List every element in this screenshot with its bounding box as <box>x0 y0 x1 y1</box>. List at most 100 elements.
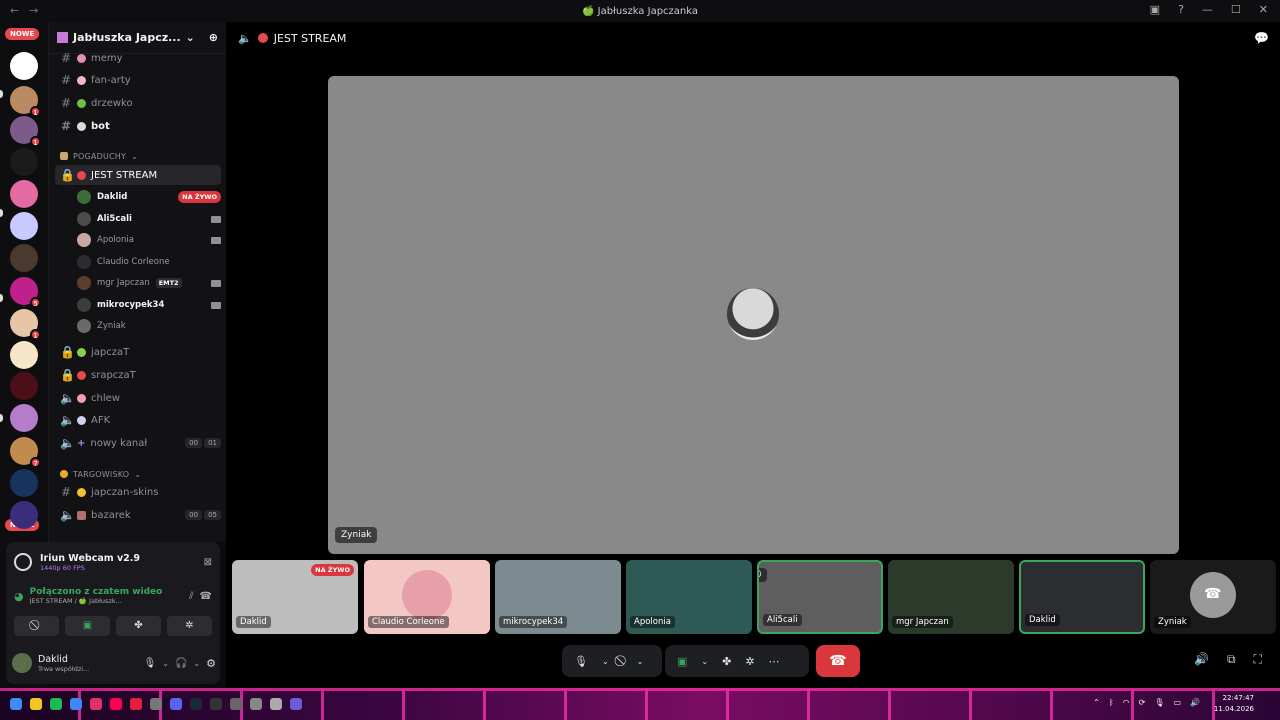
category-pogaduchy[interactable]: POGADUCHY ⌄ <box>55 146 221 166</box>
clock[interactable]: 22:47:47 11.04.2026 <box>1214 693 1254 715</box>
video-tile[interactable]: ⌄ ☺ Ali5cali <box>757 560 883 634</box>
channel-afk[interactable]: 🔈 AFK <box>55 410 221 430</box>
server-icon[interactable] <box>10 52 38 80</box>
server-icon[interactable] <box>10 469 38 497</box>
app-icon[interactable] <box>150 698 162 710</box>
category-targowisko[interactable]: TARGOWISKO ⌄ <box>55 464 221 484</box>
channel-jest-stream[interactable]: 🔒 JEST STREAM <box>55 165 221 185</box>
camera-off-button[interactable]: ⃠ <box>14 616 59 636</box>
new-badge-top[interactable]: NOWE <box>5 28 40 40</box>
discord-icon[interactable] <box>170 698 182 710</box>
video-tile[interactable]: mikrocypek34 <box>495 560 621 634</box>
app-icon[interactable] <box>290 698 302 710</box>
app-icon[interactable] <box>230 698 242 710</box>
headphones-icon[interactable]: 🎧 <box>175 658 187 669</box>
chevron-down-icon[interactable]: ⌄ <box>602 657 609 666</box>
video-tile[interactable]: Apolonia <box>626 560 752 634</box>
activities-button[interactable]: ✤ <box>116 616 161 636</box>
server-icon[interactable] <box>10 501 38 529</box>
forward-arrow-icon[interactable]: → <box>29 4 38 17</box>
server-icon[interactable] <box>10 372 38 400</box>
channel-bot[interactable]: # bot <box>55 116 221 136</box>
channel-japczat[interactable]: 🔒 japczaT <box>55 342 221 362</box>
close-button[interactable]: ✕ <box>1259 3 1268 16</box>
app-icon[interactable] <box>210 698 222 710</box>
channel-fan-arty[interactable]: # fan-arty <box>55 70 221 90</box>
inbox-icon[interactable]: ▣ <box>1150 3 1160 16</box>
voice-user[interactable]: Apolonia <box>77 230 221 250</box>
app-icon[interactable] <box>270 698 282 710</box>
activities-icon[interactable]: ✤ <box>722 655 731 668</box>
soundboard-button[interactable]: ✲ <box>167 616 212 636</box>
signal-icon[interactable]: ◕ <box>14 590 24 603</box>
video-tile[interactable]: Daklid <box>1019 560 1145 634</box>
voice-user[interactable]: mgr Japczan EMT2 <box>77 273 221 293</box>
bluetooth-icon[interactable]: ᛒ <box>1109 698 1114 707</box>
volume-icon[interactable]: 🔊 <box>1190 698 1200 707</box>
channel-chlew[interactable]: 🔈 chlew <box>55 388 221 408</box>
channel-japczan-skins[interactable]: # japczan-skins <box>55 482 221 502</box>
start-icon[interactable] <box>10 698 22 710</box>
server-icon[interactable] <box>10 212 38 240</box>
voice-user[interactable]: Ali5cali <box>77 209 221 229</box>
channel-memy[interactable]: # memy <box>55 48 221 68</box>
video-tile[interactable]: mgr Japczan <box>888 560 1014 634</box>
volume-icon[interactable]: 🔊 <box>1194 652 1209 667</box>
microphone-icon[interactable]: 🎙 <box>574 655 588 668</box>
server-icon[interactable] <box>10 148 38 176</box>
minimize-button[interactable]: — <box>1202 3 1213 16</box>
avatar[interactable] <box>12 653 32 673</box>
server-icon[interactable] <box>10 341 38 369</box>
server-icon[interactable]: 1 <box>10 309 41 340</box>
voice-user[interactable]: Daklid NA ŻYWO <box>77 187 221 207</box>
chevron-down-icon[interactable]: ⌄ <box>701 657 708 666</box>
username[interactable]: Daklid <box>38 654 138 665</box>
voice-location[interactable]: JEST STREAM / 🍏 Jabłuszk... <box>30 597 183 605</box>
folder-icon[interactable] <box>30 698 42 710</box>
spotify-icon[interactable] <box>50 698 62 710</box>
sync-icon[interactable]: ⟳ <box>1139 698 1146 707</box>
network-icon[interactable]: ▭ <box>1173 698 1181 707</box>
fullscreen-icon[interactable]: ⛶ <box>1254 652 1262 667</box>
screen-share-icon[interactable]: ▣ <box>677 655 687 668</box>
video-tile[interactable]: NA ŻYWO Daklid <box>232 560 358 634</box>
app-icon[interactable] <box>110 698 122 710</box>
channel-srapczat[interactable]: 🔒 srapczaT <box>55 365 221 385</box>
disconnect-icon[interactable]: ☎ <box>200 591 212 602</box>
voice-user[interactable]: Zyniak <box>77 316 221 336</box>
screen-share-button[interactable]: ▣ <box>65 616 110 636</box>
instagram-icon[interactable] <box>90 698 102 710</box>
video-tile[interactable]: ☎ Zyniak <box>1150 560 1276 634</box>
back-arrow-icon[interactable]: ← <box>10 4 19 17</box>
app-icon[interactable] <box>250 698 262 710</box>
tile-options-icon[interactable]: ⌄ ☺ <box>759 568 767 582</box>
microphone-icon[interactable]: 🎙 <box>144 658 157 669</box>
more-icon[interactable]: ⋯ <box>769 655 780 668</box>
server-icon[interactable] <box>10 244 38 272</box>
voice-user[interactable]: Claudio Corleone <box>77 252 221 272</box>
chrome-icon[interactable] <box>70 698 82 710</box>
channel-nowy-kanal[interactable]: 🔈 + nowy kanał 00 01 <box>55 433 221 453</box>
server-icon[interactable]: 1 <box>10 116 41 147</box>
chevron-up-icon[interactable]: ⌃ <box>1093 698 1100 707</box>
settings-gear-icon[interactable]: ⚙ <box>206 657 216 670</box>
noise-suppression-icon[interactable]: ⫽ <box>189 591 193 602</box>
chat-bubble-icon[interactable]: 💬 <box>1254 31 1269 45</box>
server-icon[interactable]: 1 <box>10 86 41 117</box>
chevron-down-icon[interactable]: ⌄ <box>637 657 644 666</box>
channel-drzewko[interactable]: # drzewko <box>55 93 221 113</box>
server-icon[interactable] <box>10 404 38 432</box>
server-icon[interactable] <box>10 180 38 208</box>
channel-bazarek[interactable]: 🔈 bazarek 00 05 <box>55 505 221 525</box>
popout-icon[interactable]: ⧉ <box>1227 652 1236 667</box>
chevron-down-icon[interactable]: ⌄ <box>193 659 200 668</box>
soundboard-icon[interactable]: ✲ <box>745 655 754 668</box>
maximize-button[interactable]: ☐ <box>1231 3 1241 16</box>
mail-icon[interactable] <box>130 698 142 710</box>
add-member-icon[interactable]: ⊕ <box>209 31 218 44</box>
dismiss-icon[interactable]: ⊠ <box>204 557 212 568</box>
mic-icon[interactable]: 🎙 <box>1154 698 1164 707</box>
video-tile[interactable]: Claudio Corleone <box>364 560 490 634</box>
chevron-down-icon[interactable]: ⌄ <box>162 659 169 668</box>
leave-call-button[interactable]: ☎ <box>816 645 860 677</box>
